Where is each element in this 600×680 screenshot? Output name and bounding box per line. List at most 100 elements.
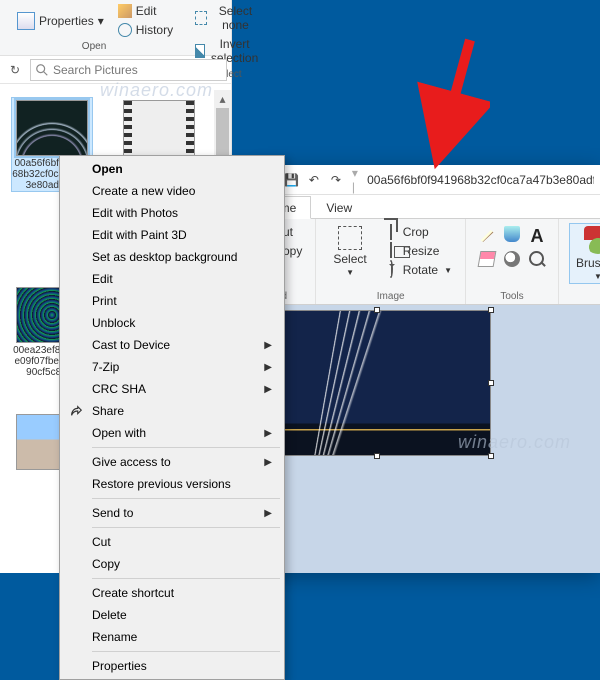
text-tool[interactable]: A bbox=[526, 223, 548, 245]
menu-item-properties[interactable]: Properties bbox=[62, 655, 282, 677]
menu-item-label: Unblock bbox=[92, 316, 135, 330]
menu-item-create-shortcut[interactable]: Create shortcut bbox=[62, 582, 282, 604]
copy-label: opy bbox=[283, 244, 302, 258]
share-icon bbox=[68, 403, 84, 419]
ribbon-group-brushes: Brushes ▼ bbox=[559, 219, 600, 304]
context-menu[interactable]: Open Create a new video Edit with Photos Ed… bbox=[59, 155, 285, 680]
save-icon: 💾 bbox=[284, 173, 299, 187]
resize-button[interactable]: Resize bbox=[380, 242, 455, 260]
paint-canvas-area[interactable] bbox=[258, 305, 600, 573]
properties-icon bbox=[17, 12, 35, 30]
menu-item-edit[interactable]: Edit bbox=[62, 268, 282, 290]
menu-item-delete[interactable]: Delete bbox=[62, 604, 282, 626]
qat-redo-button[interactable]: ↷ bbox=[326, 170, 346, 190]
menu-item-label: Set as desktop background bbox=[92, 250, 237, 264]
undo-icon: ↶ bbox=[309, 173, 319, 187]
dropdown-icon: ▼ bbox=[594, 272, 600, 281]
brushes-label: Brushes bbox=[576, 256, 600, 270]
menu-item-share[interactable]: Share bbox=[62, 400, 282, 422]
submenu-arrow-icon: ▶ bbox=[264, 362, 272, 373]
history-button[interactable]: History bbox=[115, 21, 176, 39]
menu-item-edit-with-paint-3d[interactable]: Edit with Paint 3D bbox=[62, 224, 282, 246]
select-button[interactable]: Select ▼ bbox=[326, 223, 373, 280]
crop-button[interactable]: Crop bbox=[380, 223, 455, 241]
menu-item-copy[interactable]: Copy bbox=[62, 553, 282, 575]
resize-icon bbox=[383, 243, 399, 259]
qat-undo-button[interactable]: ↶ bbox=[304, 170, 324, 190]
resize-handle[interactable] bbox=[374, 453, 380, 459]
menu-item-label: Print bbox=[92, 294, 117, 308]
dropdown-icon: ▼ bbox=[444, 266, 452, 275]
menu-item-cut[interactable]: Cut bbox=[62, 531, 282, 553]
edit-button[interactable]: Edit bbox=[115, 2, 176, 20]
edit-label: Edit bbox=[136, 4, 157, 18]
menu-item-label: Share bbox=[92, 404, 124, 418]
menu-item-label: Properties bbox=[92, 659, 147, 673]
scroll-up-button[interactable]: ▴ bbox=[214, 90, 231, 107]
magnifier-tool[interactable] bbox=[526, 248, 548, 270]
menu-item-print[interactable]: Print bbox=[62, 290, 282, 312]
properties-button[interactable]: Properties ▾ bbox=[12, 2, 109, 39]
menu-item-open-with[interactable]: Open with▶ bbox=[62, 422, 282, 444]
paint-window: 💾 ↶ ↷ ▾ | 00a56f6bf0f941968b32cf0ca7a47b… bbox=[258, 165, 600, 573]
quick-access-toolbar: 💾 ↶ ↷ bbox=[282, 170, 346, 190]
resize-handle[interactable] bbox=[488, 453, 494, 459]
menu-separator bbox=[92, 651, 280, 652]
text-icon: A bbox=[529, 226, 545, 242]
explorer-nav-bar: ↻ Search Pictures bbox=[0, 56, 231, 84]
resize-handle[interactable] bbox=[488, 380, 494, 386]
menu-item-label: Cast to Device bbox=[92, 338, 170, 352]
search-placeholder: Search Pictures bbox=[53, 63, 222, 77]
window-title: 00a56f6bf0f941968b32cf0ca7a47b3e80adf046… bbox=[367, 173, 594, 187]
tab-view[interactable]: View bbox=[311, 196, 367, 219]
menu-item-restore-previous-versions[interactable]: Restore previous versions bbox=[62, 473, 282, 495]
menu-item-label: Open with bbox=[92, 426, 146, 440]
search-icon bbox=[35, 63, 49, 77]
menu-item-label: Edit with Paint 3D bbox=[92, 228, 187, 242]
eraser-tool[interactable] bbox=[476, 248, 498, 270]
rotate-label: Rotate bbox=[403, 263, 438, 277]
select-none-button[interactable]: Select none bbox=[192, 2, 263, 34]
search-input[interactable]: Search Pictures bbox=[30, 59, 227, 81]
menu-item-7-zip[interactable]: 7-Zip▶ bbox=[62, 356, 282, 378]
pencil-tool[interactable] bbox=[476, 223, 498, 245]
menu-separator bbox=[92, 498, 280, 499]
menu-item-label: Create shortcut bbox=[92, 586, 174, 600]
menu-item-give-access-to[interactable]: Give access to▶ bbox=[62, 451, 282, 473]
menu-item-crc-sha[interactable]: CRC SHA▶ bbox=[62, 378, 282, 400]
menu-item-cast-to-device[interactable]: Cast to Device▶ bbox=[62, 334, 282, 356]
history-label: History bbox=[136, 23, 173, 37]
menu-item-set-as-desktop-background[interactable]: Set as desktop background bbox=[62, 246, 282, 268]
menu-item-rename[interactable]: Rename bbox=[62, 626, 282, 648]
menu-item-label: CRC SHA bbox=[92, 382, 146, 396]
refresh-icon: ↻ bbox=[10, 63, 20, 77]
paint-tabstrip: ome View bbox=[258, 195, 600, 219]
submenu-arrow-icon: ▶ bbox=[264, 457, 272, 468]
submenu-arrow-icon: ▶ bbox=[264, 508, 272, 519]
menu-separator bbox=[92, 527, 280, 528]
rotate-button[interactable]: Rotate ▼ bbox=[380, 261, 455, 279]
ribbon-group-open: Properties ▾ Edit History Open bbox=[4, 2, 184, 55]
fill-tool[interactable] bbox=[501, 223, 523, 245]
paint-titlebar[interactable]: 💾 ↶ ↷ ▾ | 00a56f6bf0f941968b32cf0ca7a47b… bbox=[258, 165, 600, 195]
menu-item-create-a-new-video[interactable]: Create a new video bbox=[62, 180, 282, 202]
menu-item-label: Delete bbox=[92, 608, 127, 622]
crop-icon bbox=[383, 224, 399, 240]
crop-label: Crop bbox=[403, 225, 429, 239]
menu-item-unblock[interactable]: Unblock bbox=[62, 312, 282, 334]
thumbnail-image bbox=[16, 100, 88, 156]
menu-item-edit-with-photos[interactable]: Edit with Photos bbox=[62, 202, 282, 224]
ribbon-group-image: Select ▼ Crop Resize Rotate▼ Image bbox=[316, 219, 466, 304]
file-thumbnail[interactable] bbox=[119, 98, 199, 158]
qat-divider: ▾ | bbox=[352, 166, 361, 194]
refresh-button[interactable]: ↻ bbox=[4, 59, 26, 81]
menu-item-label: Edit with Photos bbox=[92, 206, 178, 220]
resize-handle[interactable] bbox=[374, 307, 380, 313]
menu-item-open[interactable]: Open bbox=[62, 158, 282, 180]
color-picker-tool[interactable] bbox=[501, 248, 523, 270]
brushes-button[interactable]: Brushes ▼ bbox=[569, 223, 600, 284]
menu-item-label: Open bbox=[92, 162, 123, 176]
menu-separator bbox=[92, 578, 280, 579]
resize-handle[interactable] bbox=[488, 307, 494, 313]
menu-item-send-to[interactable]: Send to▶ bbox=[62, 502, 282, 524]
